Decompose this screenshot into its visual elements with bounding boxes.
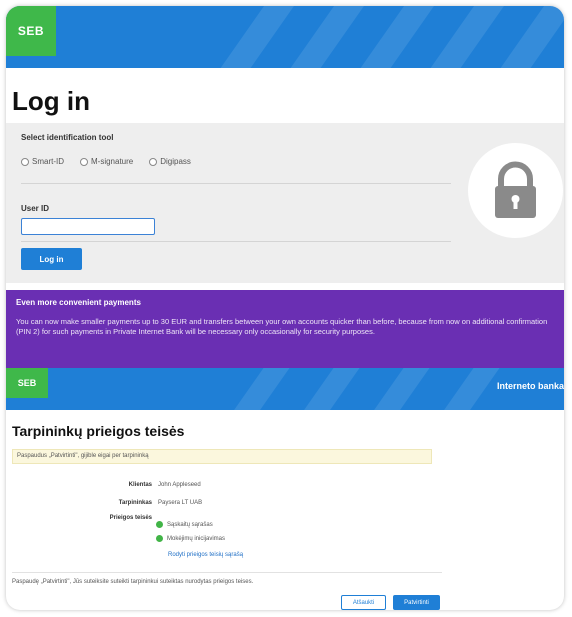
user-id-label: User ID — [21, 204, 50, 213]
check-dot-icon — [156, 521, 163, 528]
client-value: John Appleseed — [158, 482, 201, 488]
promo-title: Even more convenient payments — [16, 298, 141, 307]
screenshot-frame: SEB Log in Select identification tool Sm… — [6, 6, 564, 610]
radio-m-signature[interactable]: M-signature — [80, 157, 133, 166]
confirm-button[interactable]: Patvirtinti — [393, 595, 440, 610]
radio-digipass[interactable]: Digipass — [149, 157, 191, 166]
identification-tool-options: Smart-ID M-signature Digipass — [21, 157, 191, 166]
client-label: Klientas — [128, 482, 152, 488]
radio-circle-icon — [149, 157, 158, 166]
show-rights-link[interactable]: Rodyti prieigos teisių sąrašą — [168, 552, 243, 558]
check-dot-icon — [156, 535, 163, 542]
promo-text: You can now make smaller payments up to … — [16, 317, 548, 336]
intermediary-value: Paysera LT UAB — [158, 500, 203, 506]
promo-banner: Even more convenient payments You can no… — [6, 290, 564, 372]
page-title: Log in — [12, 86, 90, 116]
cancel-button[interactable]: Atšaukti — [341, 595, 386, 610]
lock-illustration — [468, 143, 563, 238]
divider — [12, 572, 442, 573]
lock-icon — [495, 161, 536, 218]
identification-tool-label: Select identification tool — [21, 133, 114, 142]
seb-logo[interactable]: SEB — [6, 368, 48, 398]
internet-bank-title: Interneto banka — [496, 381, 564, 391]
permission-item: Mokėjimų inicijavimas — [156, 535, 225, 542]
access-rights-title: Tarpininkų prieigos teisės — [12, 423, 185, 439]
divider — [21, 183, 451, 184]
radio-circle-icon — [21, 157, 29, 166]
info-notice: Paspaudus „Patvirtinti", gijible eigai p… — [12, 449, 432, 464]
permission-item: Sąskaitų sąrašas — [156, 521, 213, 528]
user-id-input[interactable] — [21, 218, 155, 235]
confirmation-note: Paspaudę „Patvirtinti", Jūs suteiksite s… — [12, 579, 254, 585]
radio-smart-id[interactable]: Smart-ID — [21, 157, 64, 166]
bank-header: SEB Interneto banka — [6, 368, 564, 410]
radio-circle-icon — [80, 157, 88, 166]
intermediary-label: Tarpininkas — [118, 500, 152, 506]
seb-logo[interactable]: SEB — [6, 6, 56, 56]
rights-label: Prieigos teisės — [109, 515, 152, 521]
login-button[interactable]: Log in — [21, 248, 82, 270]
divider — [21, 241, 451, 242]
top-header: SEB — [6, 6, 564, 68]
login-panel: Select identification tool Smart-ID M-si… — [6, 123, 564, 283]
